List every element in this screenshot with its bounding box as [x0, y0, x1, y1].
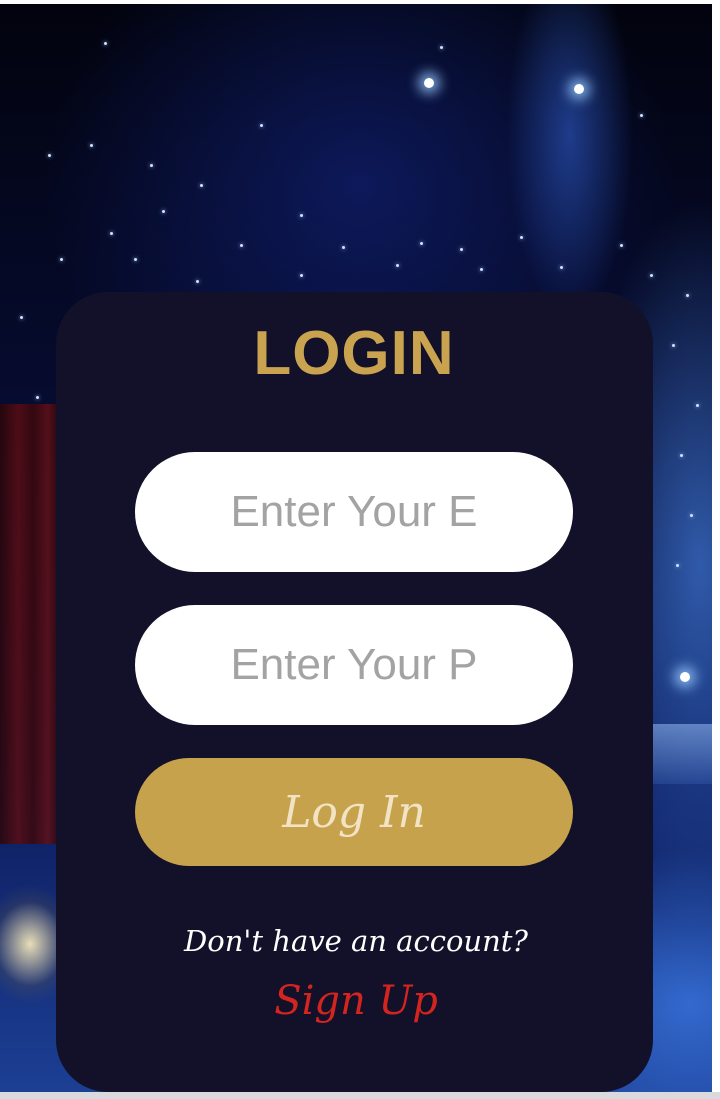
- password-field[interactable]: [135, 605, 573, 725]
- star-light: [440, 46, 443, 49]
- star-light: [196, 280, 199, 283]
- star-light: [60, 258, 63, 261]
- star-light: [680, 454, 683, 457]
- spotlight: [424, 78, 434, 88]
- spotlight: [574, 84, 584, 94]
- star-light: [150, 164, 153, 167]
- star-light: [240, 244, 243, 247]
- star-light: [36, 396, 39, 399]
- star-light: [396, 264, 399, 267]
- bottom-divider: [0, 1092, 720, 1099]
- star-light: [134, 258, 137, 261]
- stage-curtain: [0, 404, 60, 844]
- star-light: [342, 246, 345, 249]
- star-light: [48, 154, 51, 157]
- star-light: [480, 268, 483, 271]
- star-light: [162, 210, 165, 213]
- star-light: [200, 184, 203, 187]
- star-light: [560, 266, 563, 269]
- star-light: [420, 242, 423, 245]
- star-light: [300, 274, 303, 277]
- star-light: [686, 294, 689, 297]
- star-light: [696, 404, 699, 407]
- login-title: LOGIN: [0, 318, 714, 389]
- star-light: [90, 144, 93, 147]
- star-light: [110, 232, 113, 235]
- star-light: [676, 564, 679, 567]
- star-light: [104, 42, 107, 45]
- star-light: [460, 248, 463, 251]
- email-field[interactable]: [135, 452, 573, 572]
- star-light: [690, 514, 693, 517]
- signup-link[interactable]: Sign Up: [0, 978, 712, 1024]
- star-light: [640, 114, 643, 117]
- star-light: [650, 274, 653, 277]
- star-light: [260, 124, 263, 127]
- no-account-text: Don't have an account?: [184, 924, 528, 958]
- login-button[interactable]: Log In: [135, 758, 573, 866]
- star-light: [520, 236, 523, 239]
- star-light: [300, 214, 303, 217]
- spotlight: [680, 672, 690, 682]
- login-title-text: LOGIN: [253, 319, 455, 388]
- star-light: [620, 244, 623, 247]
